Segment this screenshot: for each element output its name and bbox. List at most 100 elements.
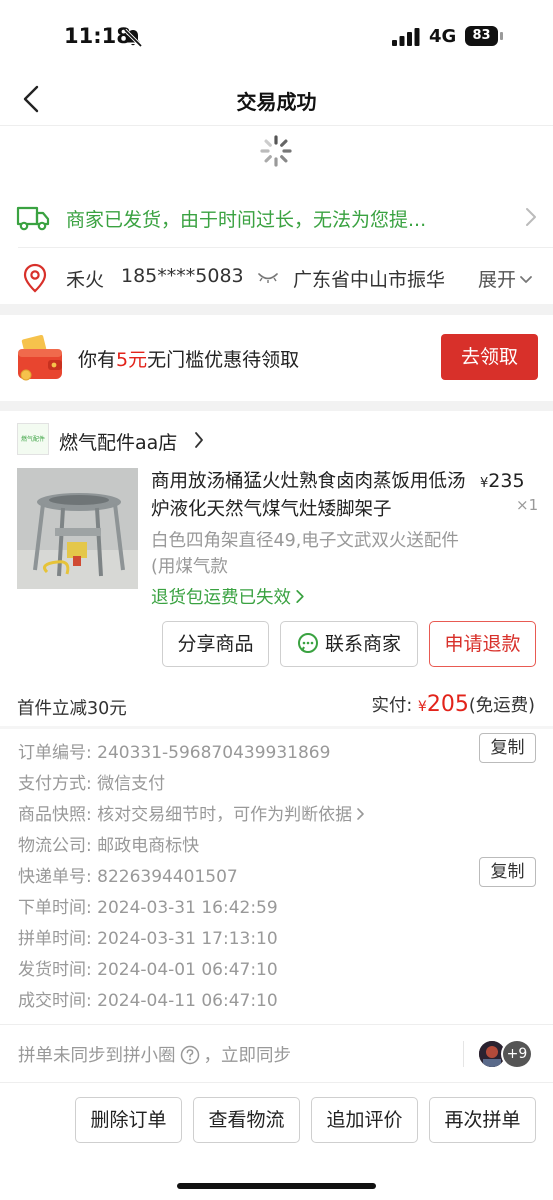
first-item-discount: 首件立减30元 bbox=[17, 699, 127, 719]
copy-order-number-button[interactable]: 复制 bbox=[479, 733, 536, 763]
loading-spinner-icon bbox=[260, 135, 292, 167]
complete-time-row: 成交时间: 2024-04-11 06:47:10 bbox=[18, 986, 278, 1011]
shop-header[interactable]: 燃气配件 燃气配件aa店 bbox=[0, 411, 553, 467]
network-type: 4G bbox=[429, 26, 457, 47]
info-label: 下单时间: bbox=[18, 898, 92, 918]
courier-row: 物流公司: 邮政电商标快 bbox=[18, 831, 200, 856]
shop-logo: 燃气配件 bbox=[17, 423, 49, 455]
product-quantity: ×1 bbox=[516, 496, 539, 514]
return-note-label: 退货包运费已失效 bbox=[151, 588, 291, 608]
nav-bar: 交易成功 bbox=[0, 72, 553, 126]
divider bbox=[463, 1041, 464, 1067]
paid-note: (免运费) bbox=[468, 696, 535, 716]
view-logistics-button[interactable]: 查看物流 bbox=[193, 1097, 300, 1143]
snapshot-row[interactable]: 商品快照: 核对交易细节时，可作为判断依据 bbox=[18, 800, 365, 825]
tracking-number: 8226394401507 bbox=[97, 867, 238, 887]
paid-value: 205 bbox=[426, 692, 469, 717]
product-spec: 白色四角架直径49,电子文武双火送配件(用煤气款 bbox=[151, 531, 459, 577]
product-price: ¥235 bbox=[480, 470, 525, 492]
bell-muted-icon bbox=[123, 28, 143, 48]
sync-text: 拼单未同步到拼小圈 ，立即同步 bbox=[18, 1042, 291, 1067]
shipping-status-text: 商家已发货，由于时间过长，无法为您提... bbox=[66, 209, 427, 231]
coupon-amount: 5元 bbox=[116, 349, 148, 371]
info-label: 成交时间: bbox=[18, 991, 92, 1011]
sync-text-b: ，立即同步 bbox=[203, 1046, 292, 1066]
cellular-signal-icon bbox=[392, 28, 420, 46]
info-label: 支付方式: bbox=[18, 774, 92, 794]
red-wallet-icon bbox=[18, 335, 62, 381]
location-pin-icon bbox=[23, 263, 47, 293]
contact-seller-label: 联系商家 bbox=[324, 633, 401, 655]
coupon-suffix: 无门槛优惠待领取 bbox=[147, 349, 300, 371]
recipient-address: 广东省中山市振华 bbox=[293, 269, 446, 291]
group-time-row: 拼单时间: 2024-03-31 17:13:10 bbox=[18, 924, 278, 949]
delete-order-button[interactable]: 删除订单 bbox=[75, 1097, 182, 1143]
product-title[interactable]: 商用放汤桶猛火灶熟食卤肉蒸饭用低汤炉液化天然气煤气灶矮脚架子 bbox=[151, 468, 469, 524]
copy-tracking-number-button[interactable]: 复制 bbox=[479, 857, 536, 887]
add-review-button[interactable]: 追加评价 bbox=[311, 1097, 418, 1143]
share-product-button[interactable]: 分享商品 bbox=[162, 621, 269, 667]
coupon-prefix: 你有 bbox=[78, 349, 117, 371]
reorder-button[interactable]: 再次拼单 bbox=[429, 1097, 536, 1143]
gas-stove-image bbox=[17, 468, 138, 589]
status-time: 11:18 bbox=[64, 24, 131, 48]
shop-name: 燃气配件aa店 bbox=[59, 432, 178, 454]
order-number: 240331-596870439931869 bbox=[97, 743, 331, 763]
truck-icon bbox=[16, 206, 50, 231]
recipient-phone: 185****5083 bbox=[121, 265, 244, 287]
return-shipping-note[interactable]: 退货包运费已失效 bbox=[151, 584, 305, 609]
ship-time: 2024-04-01 06:47:10 bbox=[97, 960, 278, 980]
chevron-down-icon bbox=[520, 276, 532, 283]
chevron-right-icon bbox=[526, 208, 536, 226]
claim-coupon-button[interactable]: 去领取 bbox=[441, 334, 538, 380]
chevron-right-icon bbox=[195, 432, 203, 448]
recipient-name: 禾火 bbox=[66, 269, 105, 291]
coupon-text: 你有5元无门槛优惠待领取 bbox=[78, 345, 299, 372]
contact-seller-button[interactable]: 联系商家 bbox=[280, 621, 418, 667]
order-time: 2024-03-31 16:42:59 bbox=[97, 898, 278, 918]
info-label: 发货时间: bbox=[18, 960, 92, 980]
home-indicator[interactable] bbox=[177, 1183, 376, 1189]
price-value: 235 bbox=[488, 470, 525, 492]
paid-label: 实付: bbox=[371, 696, 413, 716]
info-label: 商品快照: bbox=[18, 805, 92, 825]
shipping-status-row[interactable]: 商家已发货，由于时间过长，无法为您提... bbox=[0, 188, 553, 246]
sync-row[interactable]: 拼单未同步到拼小圈 ，立即同步 +9 bbox=[0, 1024, 553, 1082]
address-row[interactable]: 禾火 185****5083 广东省中山市振华 展开 bbox=[0, 248, 553, 304]
sync-text-a: 拼单未同步到拼小圈 bbox=[18, 1046, 176, 1066]
page-title: 交易成功 bbox=[236, 90, 317, 114]
request-refund-button[interactable]: 申请退款 bbox=[429, 621, 536, 667]
coupon-banner: 你有5元无门槛优惠待领取 去领取 bbox=[0, 315, 553, 401]
chat-bubble-icon bbox=[297, 633, 318, 653]
battery-icon: 83 bbox=[465, 26, 503, 46]
paid-amount: 实付: ¥205(免运费) bbox=[371, 692, 535, 717]
expand-label: 展开 bbox=[478, 269, 517, 291]
order-time-row: 下单时间: 2024-03-31 16:42:59 bbox=[18, 893, 278, 918]
payment-method: 微信支付 bbox=[97, 774, 166, 794]
order-number-row: 订单编号: 240331-596870439931869 bbox=[18, 738, 331, 763]
chevron-right-icon bbox=[357, 808, 364, 820]
payment-method-row: 支付方式: 微信支付 bbox=[18, 769, 166, 794]
ship-time-row: 发货时间: 2024-04-01 06:47:10 bbox=[18, 955, 278, 980]
info-label: 物流公司: bbox=[18, 836, 92, 856]
info-label: 拼单时间: bbox=[18, 929, 92, 949]
paid-currency: ¥ bbox=[417, 699, 427, 715]
section-gap bbox=[0, 726, 553, 729]
info-label: 订单编号: bbox=[18, 743, 92, 763]
info-label: 快递单号: bbox=[18, 867, 92, 887]
eye-closed-icon[interactable] bbox=[258, 272, 278, 284]
section-gap bbox=[0, 304, 553, 315]
chevron-right-icon bbox=[296, 590, 304, 603]
battery-level: 83 bbox=[465, 26, 498, 46]
section-gap bbox=[0, 401, 553, 411]
status-bar: 11:18 4G 83 bbox=[0, 0, 553, 72]
snapshot-link: 核对交易细节时，可作为判断依据 bbox=[97, 805, 353, 825]
courier-company: 邮政电商标快 bbox=[97, 836, 200, 856]
expand-address-link[interactable]: 展开 bbox=[478, 265, 533, 292]
complete-time: 2024-04-11 06:47:10 bbox=[97, 991, 278, 1011]
question-mark-icon[interactable] bbox=[180, 1045, 200, 1065]
group-time: 2024-03-31 17:13:10 bbox=[97, 929, 278, 949]
tracking-number-row: 快递单号: 8226394401507 bbox=[18, 862, 238, 887]
product-image[interactable] bbox=[17, 468, 138, 589]
avatar-more-count: +9 bbox=[501, 1039, 533, 1069]
